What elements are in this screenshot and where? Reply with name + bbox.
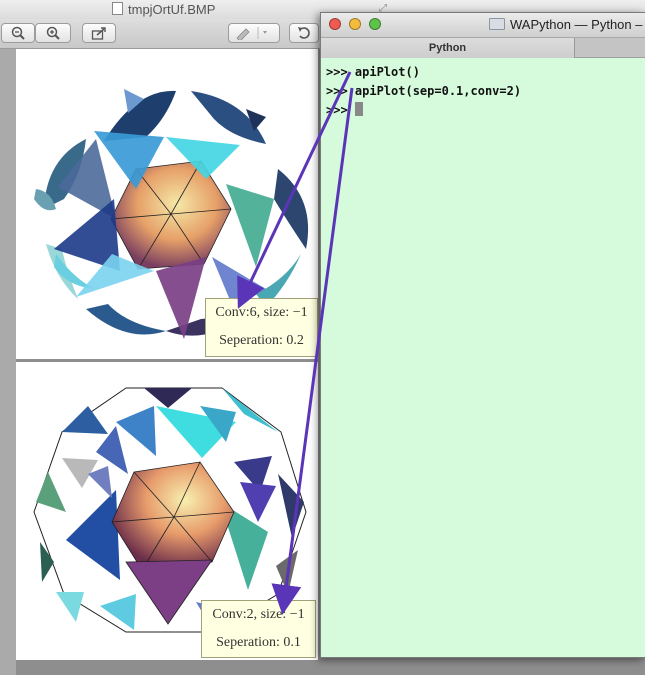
arrow-to-caption-1 [237, 71, 352, 309]
annotation-arrows [237, 71, 354, 615]
arrow-to-caption-2 [271, 87, 354, 615]
